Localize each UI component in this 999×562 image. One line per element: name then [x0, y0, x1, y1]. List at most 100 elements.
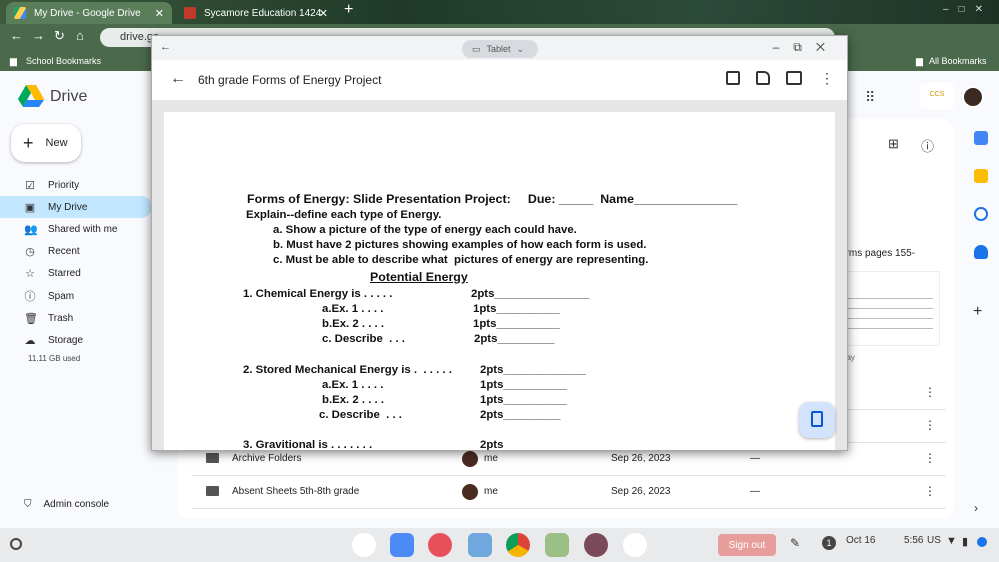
- window-controls[interactable]: –⧉✕: [773, 40, 839, 55]
- sidebar-item-label: Spam: [48, 290, 75, 302]
- shared-folder-icon: [206, 486, 219, 496]
- doc-item-label: 1. Chemical Energy is . . . . .: [243, 288, 393, 300]
- new-button[interactable]: + New: [11, 124, 81, 162]
- plus-icon: +: [23, 132, 34, 153]
- locale-text[interactable]: US: [927, 535, 941, 546]
- more-options-icon[interactable]: ⋮: [820, 70, 834, 87]
- document-page[interactable]: Forms of Energy: Slide Presentation Proj…: [164, 112, 835, 450]
- chevron-right-icon[interactable]: ›: [974, 501, 978, 515]
- doc-item-label: c. Describe . . .: [319, 409, 402, 421]
- apps-grid-icon[interactable]: ⠿: [865, 89, 875, 106]
- reload-icon[interactable]: ↻: [54, 28, 65, 44]
- close-icon[interactable]: ✕: [319, 7, 328, 20]
- battery-icon[interactable]: ▮: [962, 535, 968, 548]
- notification-count[interactable]: 1: [822, 536, 836, 550]
- contacts-icon[interactable]: [974, 245, 988, 259]
- tab-sycamore[interactable]: Sycamore Education 1424 ✕: [176, 2, 336, 24]
- avatar[interactable]: [962, 86, 984, 108]
- avatar: [462, 484, 478, 500]
- find-in-doc-icon[interactable]: [756, 71, 770, 85]
- table-row[interactable]: Absent Sheets 5th-8th grade me Sep 26, 2…: [192, 476, 946, 509]
- tablet-mode-dropdown[interactable]: ▭ Tablet ⌄: [462, 40, 538, 58]
- cloud-icon: ☁: [24, 334, 36, 347]
- doc-requirement: a. Show a picture of the type of energy …: [273, 224, 577, 236]
- tablet-label: Tablet: [486, 44, 511, 54]
- more-options-icon[interactable]: ⋮: [924, 418, 936, 432]
- file-size: —: [750, 453, 760, 464]
- tasks-icon[interactable]: [974, 207, 988, 221]
- add-addon-icon[interactable]: +: [973, 303, 982, 321]
- slides-app-icon[interactable]: [468, 533, 492, 557]
- sidebar-item-starred[interactable]: ☆ Starred: [0, 262, 152, 284]
- chevron-down-icon: ⌄: [516, 43, 525, 54]
- date-text[interactable]: Oct 16: [846, 535, 875, 546]
- doc-explain: Explain--define each type of Energy.: [246, 209, 442, 221]
- back-arrow-icon[interactable]: ←: [10, 28, 23, 43]
- sidebar-item-priority[interactable]: ☑ Priority: [0, 174, 152, 196]
- sidebar-item-my-drive[interactable]: ▣ My Drive: [0, 196, 152, 218]
- forward-arrow-icon[interactable]: →: [32, 28, 45, 43]
- docs-app-header: ← 6th grade Forms of Energy Project ⋮: [152, 60, 847, 100]
- bookmark-all[interactable]: All Bookmarks: [929, 56, 987, 66]
- sidebar-item-storage[interactable]: ☁ Storage: [0, 329, 152, 351]
- calendar-icon[interactable]: [974, 131, 988, 145]
- bookmark-school[interactable]: School Bookmarks: [26, 56, 101, 66]
- sidebar-item-shared[interactable]: 👥 Shared with me: [0, 218, 152, 240]
- suggested-file-title: erms pages 155-: [840, 248, 916, 259]
- clock-icon: ◷: [25, 245, 35, 258]
- chrome-icon[interactable]: [506, 533, 530, 557]
- sidebar-item-trash[interactable]: 🗑 Trash: [0, 307, 152, 329]
- keep-icon[interactable]: [974, 169, 988, 183]
- pen-icon[interactable]: ✎: [790, 536, 800, 550]
- account-icon[interactable]: [977, 537, 987, 547]
- back-arrow-icon[interactable]: ←: [160, 41, 171, 53]
- info-icon[interactable]: ⓘ: [921, 136, 934, 155]
- drive-logo-icon: [18, 85, 44, 107]
- admin-console-link[interactable]: ⛉ Admin console: [24, 499, 109, 510]
- home-icon[interactable]: ⌂: [76, 28, 84, 43]
- doc-requirement: c. Must be able to describe what picture…: [273, 254, 649, 266]
- grid-view-icon[interactable]: ⊞: [888, 136, 899, 152]
- more-options-icon[interactable]: ⋮: [924, 385, 936, 399]
- doc-item-points: 2pts_______________: [471, 288, 590, 300]
- trash-icon: 🗑: [24, 312, 38, 325]
- open-document-button[interactable]: [799, 402, 835, 438]
- os-shelf: Sign out ✎ 1 Oct 16 5:56 US ▼ ▮: [0, 528, 999, 562]
- file-owner: me: [484, 486, 498, 497]
- more-options-icon[interactable]: ⋮: [924, 451, 936, 465]
- tab-label: My Drive - Google Drive: [34, 7, 141, 19]
- new-tab-button[interactable]: +: [344, 1, 353, 19]
- docs-app-icon[interactable]: [390, 533, 414, 557]
- sycamore-favicon-icon: [184, 7, 196, 19]
- drive-app-icon[interactable]: [352, 533, 376, 557]
- shield-icon: ⛉: [24, 499, 32, 510]
- close-icon[interactable]: ✕: [155, 7, 164, 20]
- sidebar-item-label: Recent: [48, 245, 80, 257]
- more-options-icon[interactable]: ⋮: [924, 484, 936, 498]
- back-arrow-icon[interactable]: ←: [170, 70, 186, 88]
- tab-my-drive[interactable]: My Drive - Google Drive ✕: [6, 2, 172, 24]
- sidebar-item-spam[interactable]: ⓘ Spam: [0, 285, 152, 307]
- canvas-app-icon[interactable]: [428, 533, 452, 557]
- time-text[interactable]: 5:56: [904, 535, 923, 546]
- tablet-window: ← ▭ Tablet ⌄ –⧉✕ ← 6th grade Forms of En…: [151, 35, 848, 451]
- document-title: 6th grade Forms of Energy Project: [198, 73, 382, 87]
- doc-item-points: 1pts__________: [480, 379, 567, 391]
- sidebar-item-recent[interactable]: ◷ Recent: [0, 240, 152, 262]
- file-date: Sep 26, 2023: [611, 453, 671, 464]
- file-name: Absent Sheets 5th-8th grade: [232, 486, 360, 497]
- classroom-app-icon[interactable]: [545, 533, 569, 557]
- doc-heading: Forms of Energy: Slide Presentation Proj…: [247, 192, 738, 206]
- sidebar-item-label: Starred: [48, 267, 81, 279]
- sign-out-button[interactable]: Sign out: [718, 534, 776, 556]
- launcher-icon[interactable]: [10, 538, 22, 550]
- window-controls[interactable]: –□✕: [943, 4, 993, 15]
- side-panel-icon[interactable]: [786, 71, 802, 85]
- comment-icon[interactable]: [726, 71, 740, 85]
- drive-app-icon[interactable]: [623, 533, 647, 557]
- window-caption: ← ▭ Tablet ⌄ –⧉✕: [152, 36, 847, 60]
- tab-label: Sycamore Education 1424: [204, 7, 322, 19]
- wifi-icon[interactable]: ▼: [946, 535, 957, 547]
- photos-app-icon[interactable]: [584, 533, 608, 557]
- doc-item-label: a.Ex. 1 . . . .: [322, 379, 384, 391]
